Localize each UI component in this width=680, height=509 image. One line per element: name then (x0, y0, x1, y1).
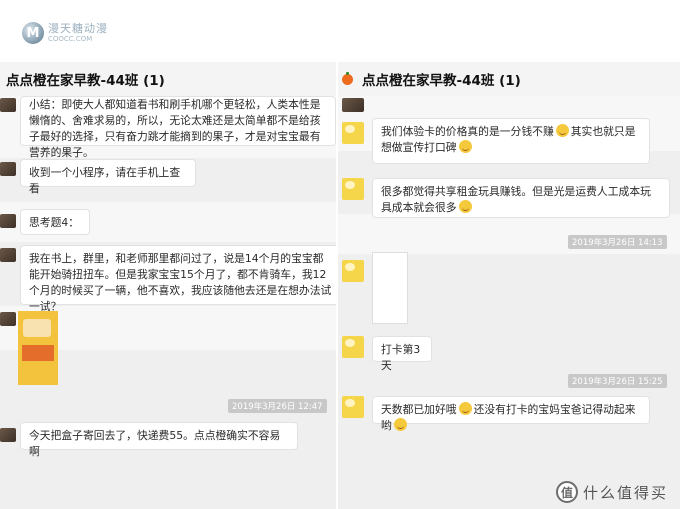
avatar[interactable] (0, 98, 16, 112)
avatar[interactable] (342, 336, 364, 358)
message-bubble[interactable]: 思考题4： (20, 209, 90, 235)
message-bubble[interactable]: 很多都觉得共享租金玩具赚钱。但是光是运费人工成本玩具成本就会很多 (372, 178, 670, 218)
avatar[interactable] (0, 428, 16, 442)
avatar[interactable] (0, 312, 16, 326)
message-bubble[interactable]: 今天把盒子寄回去了，快递费55。点点橙确实不容易啊 (20, 422, 298, 458)
logo-domain: COOCC.COM (48, 35, 93, 43)
message-text: 很多都觉得共享租金玩具赚钱。但是光是运费人工成本玩具成本就会很多 (381, 185, 651, 214)
message-text: 我们体验卡的价格真的是一分钱不赚 (381, 125, 554, 138)
avatar[interactable] (0, 162, 16, 176)
emoji-icon (458, 140, 472, 153)
avatar[interactable] (0, 248, 16, 262)
left-chat-panel: 点点橙在家早教-44班 (1) 小结：即使大人都知道看书和刷手机哪个更轻松，人类… (0, 62, 336, 509)
mini-program-card[interactable] (372, 252, 408, 324)
avatar[interactable] (342, 260, 364, 282)
watermark: 值 什么值得买 (555, 481, 668, 503)
watermark-logo-icon: 值 (555, 481, 578, 503)
timestamp: 2019年3月26日 12:47 (228, 399, 327, 413)
avatar[interactable] (0, 214, 16, 228)
watermark-text: 什么值得买 (582, 483, 668, 502)
orange-icon (342, 71, 353, 85)
emoji-icon (555, 124, 569, 137)
right-chat-panel: 点点橙在家早教-44班 (1) 我们体验卡的价格真的是一分钱不赚 其实也就只是想做… (338, 62, 680, 509)
avatar[interactable] (342, 396, 364, 418)
chat-title-text: 点点橙在家早教-44班 (1) (6, 73, 165, 89)
logo-text: 漫天糖动漫 (48, 22, 108, 35)
avatar[interactable] (342, 122, 364, 144)
shared-poster-image[interactable] (18, 311, 58, 385)
emoji-icon (393, 418, 407, 431)
message-bubble[interactable]: 天数都已加好哦 还没有打卡的宝妈宝爸记得动起来哟 (372, 396, 650, 432)
message-bubble[interactable]: 我们体验卡的价格真的是一分钱不赚 其实也就只是想做宣传打口碑 (372, 118, 650, 164)
timestamp: 2019年3月26日 14:13 (568, 235, 667, 249)
avatar[interactable] (342, 178, 364, 200)
message-text: 天数都已加好哦 (381, 403, 457, 416)
logo-icon: M (22, 22, 44, 44)
chat-title-text: 点点橙在家早教-44班 (1) (362, 73, 521, 89)
message-bubble[interactable]: 收到一个小程序，请在手机上查看 (20, 159, 196, 195)
message-bubble[interactable]: 小结：即使大人都知道看书和刷手机哪个更轻松，人类本性是懒惰的、舍难求易的，所以，… (20, 96, 336, 159)
message-bubble[interactable]: 打卡第3天 (372, 336, 432, 372)
avatar[interactable] (342, 98, 364, 112)
emoji-icon (458, 200, 472, 213)
message-bubble[interactable]: 我在书上，群里，和老师那里都问过了，说是14个月的宝宝都能开始骑扭扭车。但是我家… (20, 245, 336, 313)
chat-title: 点点橙在家早教-44班 (1) (338, 62, 680, 97)
timestamp: 2019年3月26日 15:25 (568, 374, 667, 388)
chat-title: 点点橙在家早教-44班 (1) (0, 62, 336, 97)
emoji-icon (458, 402, 472, 415)
site-logo: M 漫天糖动漫 COOCC.COM (22, 22, 108, 44)
top-bar: M 漫天糖动漫 COOCC.COM (0, 0, 680, 62)
